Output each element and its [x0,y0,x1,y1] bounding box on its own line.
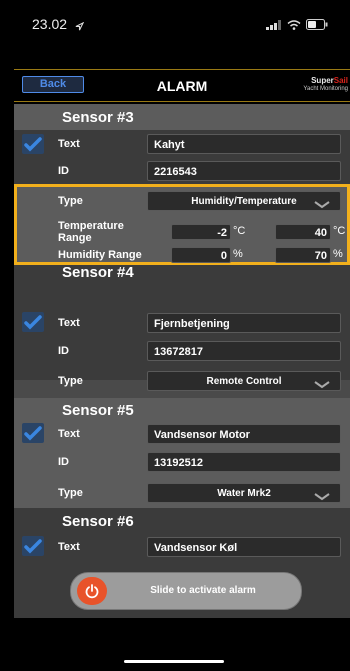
sensor-3-hum-min-unit: % [233,248,243,260]
status-bar: 23.02 [0,0,350,66]
sensor-3-hum-max-unit: % [333,248,343,260]
sensor-4-text-field[interactable]: Fjernbetjening [147,313,341,333]
sensor-list: Sensor #3 Text Kahyt ID 2216543 Sensor #… [14,104,350,618]
sensor-4-type-select[interactable]: Remote Control [147,371,341,391]
sensor-5-checkbox[interactable] [22,423,44,443]
sensor-3-text-field[interactable]: Kahyt [147,134,341,154]
sensor-3-temp-max-unit: °C [333,225,346,237]
chevron-down-icon [314,377,330,396]
home-indicator[interactable] [124,660,224,663]
battery-icon [306,17,328,35]
sensor-3-id-label: ID [58,165,69,177]
sensor-4-title: Sensor #4 [62,264,134,281]
location-arrow-icon [75,18,85,36]
sensor-3-humidity-label: Humidity Range [58,249,142,261]
sensor-5-text-field[interactable]: Vandsensor Motor [147,424,341,444]
sensor-3-text-label: Text [58,138,80,150]
slide-to-activate-alarm[interactable]: Slide to activate alarm [70,572,302,610]
sensor-5-type-select[interactable]: Water Mrk2 [147,483,341,503]
chevron-down-icon [314,197,330,216]
sensor-6-checkbox[interactable] [22,536,44,556]
sensor-5-text-label: Text [58,428,80,440]
nav-bar: Back ALARM SuperSail Yacht Monitoring [14,72,350,100]
sensor-3-type-select[interactable]: Humidity/Temperature [147,191,341,211]
sensor-3-hum-min-field[interactable]: 0 [171,247,231,263]
sensor-3-type-highlight: Type Humidity/Temperature Temperature Ra… [14,184,350,265]
sensor-4-type-label: Type [58,375,83,387]
wifi-icon [287,17,301,35]
sensor-3-id-field[interactable]: 2216543 [147,161,341,181]
sensor-3-type-label: Type [58,195,83,207]
sensor-4-id-label: ID [58,345,69,357]
sensor-4-checkbox[interactable] [22,312,44,332]
sensor-5-type-label: Type [58,487,83,499]
sensor-3-title: Sensor #3 [62,109,134,126]
sensor-3-hum-max-field[interactable]: 70 [275,247,331,263]
sensor-5-type-value: Water Mrk2 [217,488,271,499]
sensor-5-title: Sensor #5 [62,402,134,419]
sensor-3-temp-min-field[interactable]: -2 [171,224,231,240]
sensor-3-checkbox[interactable] [22,134,44,154]
status-time: 23.02 [32,16,68,32]
page-title: ALARM [156,78,208,94]
sensor-6-text-field[interactable]: Vandsensor Køl [147,537,341,557]
power-icon [84,583,100,604]
sensor-6-text-label: Text [58,541,80,553]
signal-icon [266,17,282,35]
sensor-3-temp-max-field[interactable]: 40 [275,224,331,240]
sensor-5-id-label: ID [58,456,69,468]
divider-nav [14,101,350,102]
supersail-logo: SuperSail Yacht Monitoring [303,76,348,92]
chevron-down-icon [314,489,330,508]
slider-knob[interactable] [77,577,107,605]
sensor-3-type-value: Humidity/Temperature [191,196,297,207]
sensor-6-title: Sensor #6 [62,513,134,530]
sensor-5-id-field[interactable]: 13192512 [147,452,341,472]
sensor-3-temp-min-unit: °C [233,225,246,237]
sensor-3-temp-label: Temperature Range [58,220,124,244]
sensor-4-text-label: Text [58,317,80,329]
sensor-4-type-value: Remote Control [206,376,282,387]
divider-top [14,69,350,70]
sensor-4-id-field[interactable]: 13672817 [147,341,341,361]
slider-label: Slide to activate alarm [150,585,256,596]
